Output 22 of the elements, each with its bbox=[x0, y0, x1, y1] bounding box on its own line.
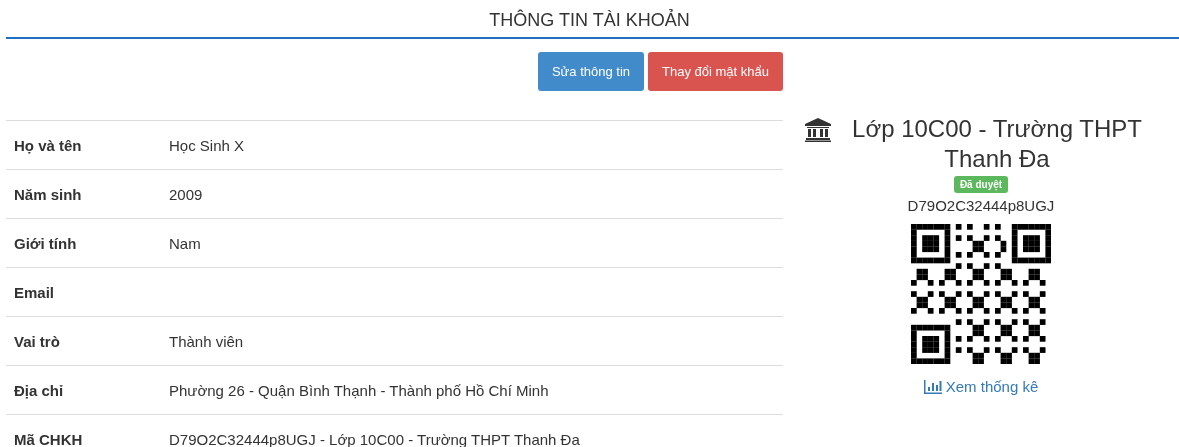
field-label: Mã CHKH bbox=[13, 430, 84, 447]
status-badge: Đã duyệt bbox=[953, 176, 1009, 193]
field-value: 2009 bbox=[169, 185, 203, 203]
bank-icon bbox=[805, 118, 831, 142]
field-value: Thành viên bbox=[169, 332, 244, 350]
field-label: Năm sinh bbox=[13, 185, 83, 203]
field-value: Nam bbox=[169, 234, 201, 252]
field-label: Giới tính bbox=[13, 234, 78, 252]
field-value: D79O2C32444p8UGJ - Lớp 10C00 - Trường THPT Thanh Đa bbox=[169, 430, 580, 447]
page-title: THÔNG TIN TÀI KHOẢN bbox=[489, 10, 690, 32]
field-value: Phường 26 - Quận Bình Thạnh - Thành phố Hồ Chí Minh bbox=[169, 381, 549, 399]
field-label: Họ và tên bbox=[13, 136, 83, 154]
change-password-button[interactable]: Thay đổi mật khẩu bbox=[648, 52, 783, 91]
bar-chart-icon bbox=[923, 379, 942, 394]
statistics-link[interactable]: Xem thống kê bbox=[923, 378, 1039, 395]
field-value: Học Sinh X bbox=[169, 136, 245, 154]
field-label: Địa chỉ bbox=[13, 381, 65, 399]
field-label: Email bbox=[13, 283, 56, 301]
class-name: Lớp 10C00 - Trường THPT Thanh Đa bbox=[851, 114, 1143, 174]
edit-info-button[interactable]: Sửa thông tin bbox=[537, 52, 645, 91]
field-label: Vai trò bbox=[13, 332, 61, 350]
class-code: D79O2C32444p8UGJ bbox=[907, 197, 1055, 214]
